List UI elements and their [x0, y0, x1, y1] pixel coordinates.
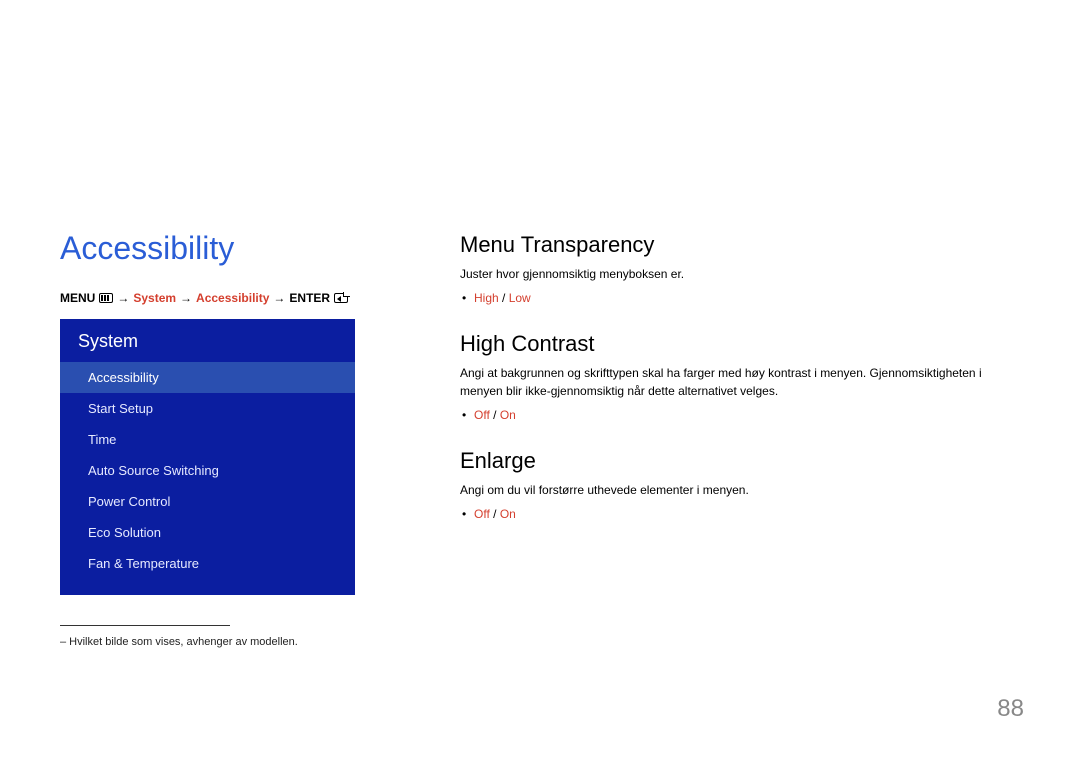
menu-item-accessibility[interactable]: Accessibility — [60, 362, 355, 393]
option-sep: / — [499, 291, 509, 305]
breadcrumb-enter-label: ENTER — [289, 291, 330, 305]
menu-icon — [99, 293, 113, 303]
menu-item-auto-source-switching[interactable]: Auto Source Switching — [60, 455, 355, 486]
option-b: On — [500, 507, 516, 521]
menu-header: System — [60, 319, 355, 362]
breadcrumb: MENU → System → Accessibility → ENTER — [60, 291, 360, 305]
section-options: High / Low — [460, 291, 1020, 305]
option-sep: / — [490, 408, 500, 422]
page-number: 88 — [997, 695, 1024, 723]
arrow-icon: → — [273, 291, 285, 305]
menu-panel: System Accessibility Start Setup Time Au… — [60, 319, 355, 595]
footnote-text: – Hvilket bilde som vises, avhenger av m… — [60, 636, 360, 648]
option-b: On — [500, 408, 516, 422]
section-title: High Contrast — [460, 331, 1020, 357]
section-body: Juster hvor gjennomsiktig menyboksen er. — [460, 265, 1020, 283]
option-sep: / — [490, 507, 500, 521]
menu-item-eco-solution[interactable]: Eco Solution — [60, 517, 355, 548]
option-a: Off — [474, 507, 490, 521]
menu-item-power-control[interactable]: Power Control — [60, 486, 355, 517]
breadcrumb-accessibility: Accessibility — [196, 291, 269, 305]
section-high-contrast: High Contrast Angi at bakgrunnen og skri… — [460, 331, 1020, 422]
section-body: Angi om du vil forstørre uthevede elemen… — [460, 481, 1020, 499]
page-title: Accessibility — [60, 230, 360, 267]
option-a: Off — [474, 408, 490, 422]
arrow-icon: → — [117, 291, 129, 305]
enter-icon — [334, 293, 348, 303]
section-options: Off / On — [460, 507, 1020, 521]
option-b: Low — [509, 291, 531, 305]
menu-item-fan-temperature[interactable]: Fan & Temperature — [60, 548, 355, 579]
breadcrumb-menu-label: MENU — [60, 291, 95, 305]
arrow-icon: → — [180, 291, 192, 305]
menu-item-time[interactable]: Time — [60, 424, 355, 455]
menu-item-start-setup[interactable]: Start Setup — [60, 393, 355, 424]
section-options: Off / On — [460, 408, 1020, 422]
section-body: Angi at bakgrunnen og skrifttypen skal h… — [460, 364, 1020, 400]
footnote-divider — [60, 625, 230, 626]
section-title: Menu Transparency — [460, 232, 1020, 258]
section-menu-transparency: Menu Transparency Juster hvor gjennomsik… — [460, 232, 1020, 305]
section-title: Enlarge — [460, 448, 1020, 474]
section-enlarge: Enlarge Angi om du vil forstørre utheved… — [460, 448, 1020, 521]
menu-items: Accessibility Start Setup Time Auto Sour… — [60, 362, 355, 579]
breadcrumb-system: System — [133, 291, 176, 305]
option-a: High — [474, 291, 499, 305]
